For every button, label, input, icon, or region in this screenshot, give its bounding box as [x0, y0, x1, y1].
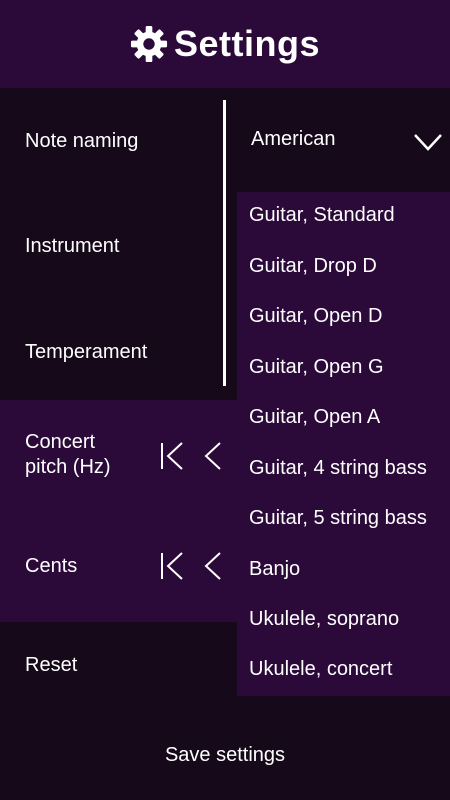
instrument-option[interactable]: Guitar, 5 string bass	[249, 507, 427, 530]
cents-decrease-button[interactable]	[198, 549, 228, 583]
instrument-option[interactable]: Ukulele, soprano	[249, 608, 399, 631]
concert-pitch-label-line2: pitch (Hz)	[25, 456, 111, 478]
chevron-down-icon	[414, 134, 442, 151]
skip-back-icon	[161, 442, 183, 470]
skip-back-icon	[161, 552, 183, 580]
concert-pitch-skip-back-button[interactable]	[158, 439, 188, 473]
instrument-option[interactable]: Guitar, Open A	[249, 406, 380, 429]
note-naming-label: Note naming	[25, 130, 139, 152]
concert-pitch-decrease-button[interactable]	[198, 439, 228, 473]
save-settings-button[interactable]: Save settings	[0, 735, 450, 775]
chevron-left-icon	[204, 552, 221, 580]
concert-pitch-label: Concert pitch (Hz)	[25, 430, 111, 480]
column-divider	[223, 100, 226, 386]
instrument-label: Instrument	[25, 235, 120, 257]
header-bar: Settings	[0, 0, 450, 88]
instrument-option[interactable]: Guitar, Open G	[249, 356, 384, 379]
cents-skip-back-button[interactable]	[158, 549, 188, 583]
instrument-option[interactable]: Guitar, Drop D	[249, 255, 377, 278]
concert-pitch-label-line1: Concert	[25, 431, 96, 453]
reset-button[interactable]: Reset	[25, 653, 77, 678]
note-naming-select[interactable]: American	[237, 110, 450, 172]
instrument-option[interactable]: Banjo	[249, 558, 300, 581]
instrument-option[interactable]: Guitar, Standard	[249, 204, 395, 227]
instrument-dropdown-list: Guitar, Standard Guitar, Drop D Guitar, …	[237, 192, 450, 696]
gear-icon	[130, 25, 168, 63]
instrument-option[interactable]: Guitar, 4 string bass	[249, 457, 427, 480]
header-title-group: Settings	[130, 23, 320, 65]
page-title: Settings	[173, 23, 320, 64]
temperament-label: Temperament	[25, 341, 148, 363]
note-naming-value: American	[251, 128, 336, 150]
cents-label: Cents	[25, 555, 78, 577]
instrument-option[interactable]: Guitar, Open D	[249, 305, 382, 328]
instrument-option[interactable]: Ukulele, concert	[249, 658, 392, 681]
chevron-left-icon	[204, 442, 221, 470]
